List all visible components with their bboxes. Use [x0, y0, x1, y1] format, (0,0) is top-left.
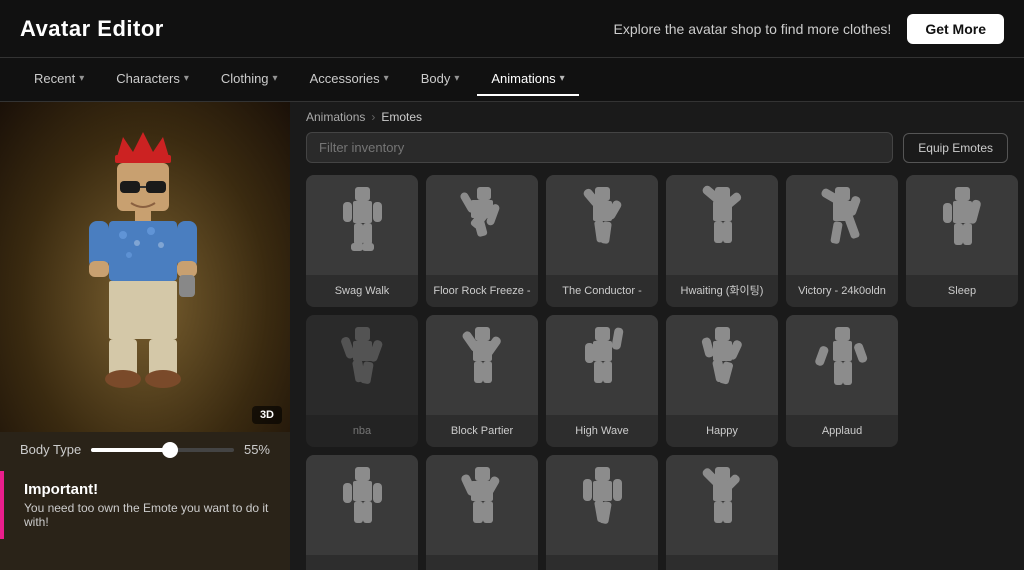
grid-item-block-partier[interactable]: Block Partier	[426, 315, 538, 447]
grid-item-image	[306, 455, 418, 555]
grid-item-hwaiting[interactable]: Hwaiting (화이팅)	[666, 175, 778, 307]
grid-item-nba[interactable]: nba	[306, 315, 418, 447]
header: Avatar Editor Explore the avatar shop to…	[0, 0, 1024, 58]
important-notice: Important! You need too own the Emote yo…	[0, 471, 290, 539]
grid-item-image	[786, 315, 898, 415]
tab-characters[interactable]: Characters ▾	[102, 63, 203, 96]
nav-tabs: Recent ▾ Characters ▾ Clothing ▾ Accesso…	[0, 58, 1024, 102]
grid-item-label	[478, 555, 486, 570]
equip-emotes-button[interactable]: Equip Emotes	[903, 133, 1008, 163]
filter-input[interactable]	[306, 132, 893, 163]
main-layout: 3D Body Type 55% Important! You need too…	[0, 102, 1024, 570]
left-panel: 3D Body Type 55% Important! You need too…	[0, 102, 290, 570]
grid-row-1: Swag Walk Floor Rock Freeze -	[306, 175, 1008, 307]
tab-recent[interactable]: Recent ▾	[20, 63, 98, 96]
body-type-section: Body Type 55%	[0, 432, 290, 467]
breadcrumb-separator: ›	[371, 110, 375, 124]
grid-item-extra2[interactable]	[426, 455, 538, 570]
chevron-down-icon: ▾	[273, 73, 278, 84]
grid-item-image	[426, 315, 538, 415]
get-more-button[interactable]: Get More	[907, 14, 1004, 44]
grid-item-image	[546, 175, 658, 275]
grid-item-image	[666, 175, 778, 275]
slider-fill	[91, 448, 170, 452]
grid-item-image	[906, 175, 1018, 275]
body-type-percent: 55%	[244, 442, 270, 457]
tab-clothing[interactable]: Clothing ▾	[207, 63, 292, 96]
filter-row: Equip Emotes	[290, 128, 1024, 171]
grid-item-happy[interactable]: Happy	[666, 315, 778, 447]
grid-item-applaud[interactable]: Applaud	[786, 315, 898, 447]
avatar-display: 3D	[0, 102, 290, 432]
chevron-down-icon: ▾	[560, 73, 565, 84]
app-title: Avatar Editor	[20, 16, 164, 42]
grid-item-label: Floor Rock Freeze -	[429, 275, 534, 307]
grid-item-image	[306, 315, 418, 415]
grid-item-high-wave[interactable]: High Wave	[546, 315, 658, 447]
chevron-down-icon: ▾	[79, 73, 84, 84]
promo-text: Explore the avatar shop to find more clo…	[613, 21, 891, 37]
grid-item-extra3[interactable]	[546, 455, 658, 570]
important-title: Important!	[24, 481, 270, 498]
grid-item-image	[786, 175, 898, 275]
tab-accessories[interactable]: Accessories ▾	[296, 63, 403, 96]
grid-item-image	[666, 455, 778, 555]
grid-item-extra4[interactable]	[666, 455, 778, 570]
grid-item-label: Happy	[702, 415, 742, 447]
grid-item-image	[306, 175, 418, 275]
chevron-down-icon: ▾	[184, 73, 189, 84]
grid-item-label: High Wave	[571, 415, 632, 447]
breadcrumb-current: Emotes	[381, 110, 422, 124]
grid-item-label: Applaud	[818, 415, 866, 447]
chevron-down-icon: ▾	[384, 73, 389, 84]
grid-item-label: Victory - 24k0oldn	[794, 275, 890, 307]
grid-item-conductor[interactable]: The Conductor -	[546, 175, 658, 307]
grid-item-label: The Conductor -	[558, 275, 645, 307]
grid-row-3	[306, 455, 1008, 570]
avatar-figure	[65, 127, 225, 407]
grid-item-label: Swag Walk	[331, 275, 394, 307]
body-type-slider[interactable]	[91, 448, 234, 452]
chevron-down-icon: ▾	[454, 73, 459, 84]
grid-item-image	[666, 315, 778, 415]
important-text: You need too own the Emote you want to d…	[24, 501, 270, 529]
slider-thumb[interactable]	[162, 442, 178, 458]
grid-item-label: Hwaiting (화이팅)	[677, 275, 768, 307]
grid-item-extra1[interactable]	[306, 455, 418, 570]
grid-item-swag-walk[interactable]: Swag Walk	[306, 175, 418, 307]
grid-item-label: nba	[349, 415, 375, 447]
right-panel: Animations › Emotes Equip Emotes	[290, 102, 1024, 570]
grid-item-sleep[interactable]: Sleep	[906, 175, 1018, 307]
grid-item-image	[426, 175, 538, 275]
grid-item-label	[718, 555, 726, 570]
breadcrumb-parent[interactable]: Animations	[306, 110, 365, 124]
grid-item-label	[358, 555, 366, 570]
grid-item-image	[426, 455, 538, 555]
grid-row-2: nba Block Partier	[306, 315, 1008, 447]
grid-item-label: Block Partier	[447, 415, 517, 447]
grid-item-image	[546, 455, 658, 555]
3d-badge: 3D	[252, 406, 282, 424]
grid-item-label: Sleep	[944, 275, 980, 307]
grid-item-label	[598, 555, 606, 570]
grid-item-image	[546, 315, 658, 415]
breadcrumb: Animations › Emotes	[290, 102, 1024, 128]
grid-item-victory[interactable]: Victory - 24k0oldn	[786, 175, 898, 307]
body-type-label: Body Type	[20, 442, 81, 457]
tab-animations[interactable]: Animations ▾	[477, 63, 578, 96]
grid-item-floor-rock[interactable]: Floor Rock Freeze -	[426, 175, 538, 307]
animations-grid: Swag Walk Floor Rock Freeze -	[290, 171, 1024, 570]
header-right: Explore the avatar shop to find more clo…	[613, 14, 1004, 44]
tab-body[interactable]: Body ▾	[407, 63, 474, 96]
